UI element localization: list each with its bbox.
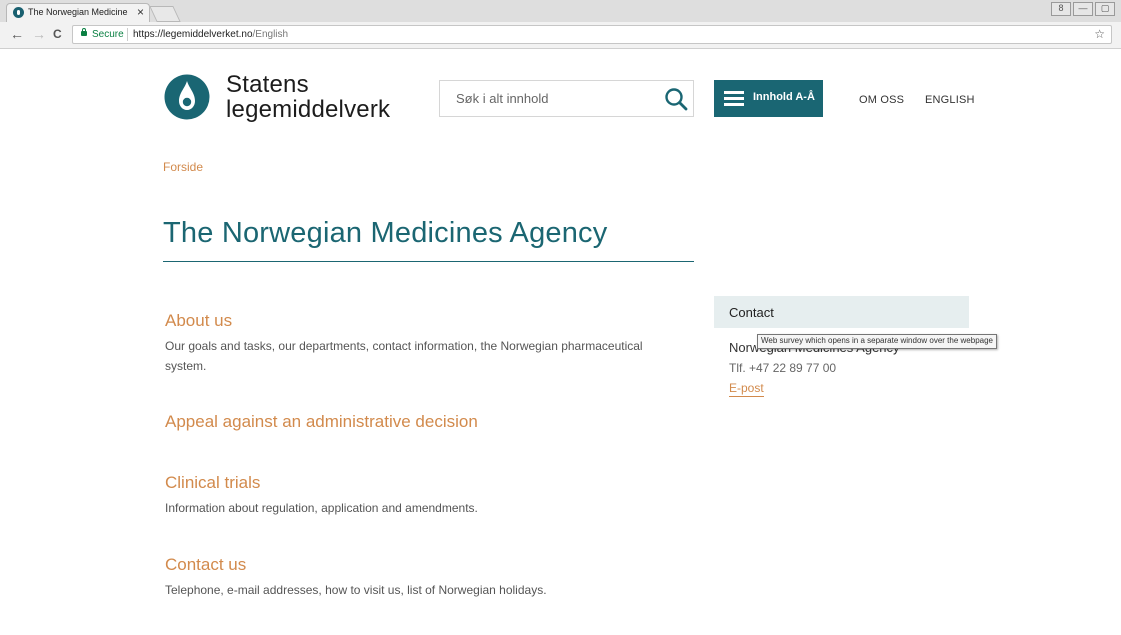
search-input[interactable] [456, 81, 656, 116]
secure-label: Secure [92, 29, 124, 40]
logo-line-2: legemiddelverk [226, 96, 391, 123]
site-favicon-icon [13, 7, 24, 18]
item-title-link[interactable]: Appeal against an administrative decisio… [165, 412, 478, 431]
list-item: Contact us Telephone, e-mail addresses, … [165, 555, 685, 600]
tab-close-icon[interactable]: × [137, 5, 144, 19]
forward-arrow-icon[interactable]: → [32, 26, 46, 42]
contact-phone: Tlf. +47 22 89 77 00 [729, 361, 837, 375]
hamburger-menu-icon [724, 91, 744, 106]
page-title: The Norwegian Medicines Agency [163, 217, 608, 249]
maximize-icon[interactable]: ▢ [1095, 2, 1115, 16]
window-controls: 8 — ▢ [1051, 2, 1115, 16]
list-item: Appeal against an administrative decisio… [165, 412, 478, 432]
item-title-link[interactable]: Contact us [165, 555, 246, 574]
url-path: /English [252, 29, 289, 40]
logo-drop-icon[interactable] [164, 74, 210, 120]
nav-english-link[interactable]: ENGLISH [925, 94, 975, 106]
user-profile-icon[interactable]: 8 [1051, 2, 1071, 16]
new-tab-button[interactable] [149, 6, 181, 22]
list-item: About us Our goals and tasks, our depart… [165, 311, 685, 376]
contact-heading: Contact [714, 296, 969, 328]
minimize-icon[interactable]: — [1073, 2, 1093, 16]
item-description: Telephone, e-mail addresses, how to visi… [165, 583, 547, 597]
site-logo-text[interactable]: Statens legemiddelverk [226, 72, 390, 122]
menu-button-label: Innhold A-Å [753, 91, 815, 103]
url-separator [127, 28, 128, 41]
lock-icon [81, 28, 87, 36]
browser-tab-bar: The Norwegian Medicine × 8 — ▢ [0, 0, 1121, 23]
content-a-z-menu-button[interactable]: Innhold A-Å [714, 80, 823, 117]
item-title-link[interactable]: About us [165, 311, 232, 330]
back-arrow-icon[interactable]: ← [10, 26, 24, 42]
logo-line-1: Statens [226, 71, 309, 98]
tab-title: The Norwegian Medicine [28, 7, 128, 17]
reload-icon[interactable]: C [53, 26, 62, 42]
url-host: https://legemiddelverket.no [133, 29, 253, 40]
item-description: Information about regulation, applicatio… [165, 501, 478, 515]
contact-email-link[interactable]: E-post [729, 381, 764, 397]
browser-tab[interactable]: The Norwegian Medicine × [6, 3, 150, 22]
bookmark-star-icon[interactable]: ☆ [1094, 26, 1105, 43]
url-text: https://legemiddelverket.no/English [133, 26, 288, 43]
item-title-link[interactable]: Clinical trials [165, 473, 260, 492]
item-description: Our goals and tasks, our departments, co… [165, 339, 643, 373]
nav-about-link[interactable]: OM OSS [859, 94, 904, 106]
address-bar[interactable]: Secure https://legemiddelverket.no/Engli… [72, 25, 1112, 44]
browser-toolbar: ← → C Secure https://legemiddelverket.no… [0, 22, 1121, 49]
tooltip: Web survey which opens in a separate win… [757, 334, 997, 349]
list-item: Clinical trials Information about regula… [165, 473, 685, 518]
search-icon[interactable] [663, 86, 689, 112]
site-search [439, 80, 694, 117]
title-divider [163, 261, 694, 262]
breadcrumb-home-link[interactable]: Forside [163, 160, 203, 174]
